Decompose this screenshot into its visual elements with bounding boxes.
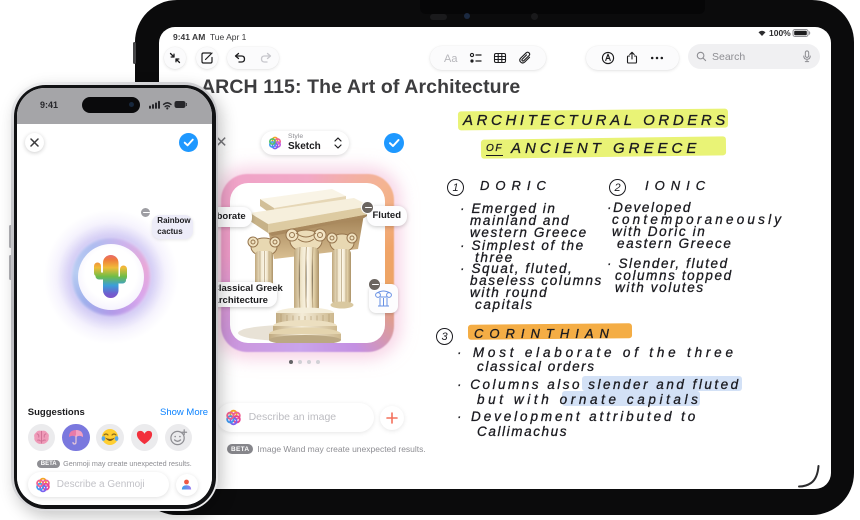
svg-text:100%: 100% <box>769 28 791 38</box>
svg-text:Aa: Aa <box>444 53 458 65</box>
